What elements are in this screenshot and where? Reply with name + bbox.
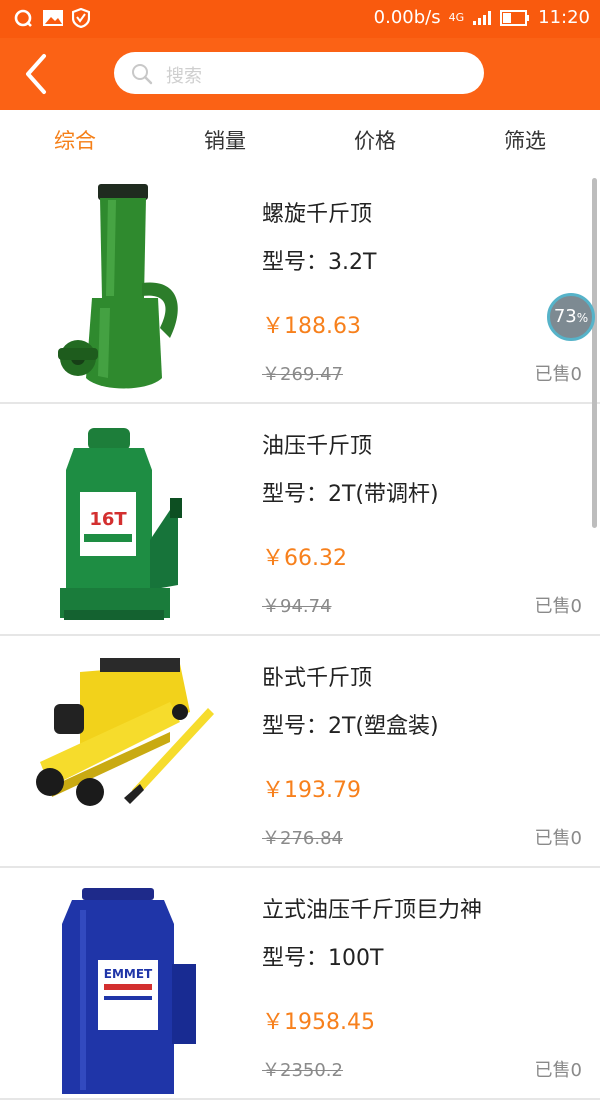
- vertical-hydraulic-jack-icon: EMMET: [62, 888, 196, 1094]
- hydraulic-bottle-jack-icon: 16T: [60, 428, 182, 620]
- status-right: 0.00b/s 4G 11:20: [374, 7, 590, 28]
- product-price: ￥66.32: [262, 546, 347, 571]
- tab-sales[interactable]: 销量: [150, 110, 300, 172]
- badge-unit: %: [576, 311, 589, 325]
- floating-progress-badge[interactable]: 73%: [547, 293, 595, 341]
- product-model: 型号：2T(带调杆): [262, 482, 439, 507]
- product-original-price: ￥276.84: [262, 828, 343, 849]
- tab-filter[interactable]: 筛选: [450, 110, 600, 172]
- gallery-notification-icon: [43, 10, 63, 26]
- list-item[interactable]: 16T 油压千斤顶 型号：2T(带调杆) ￥66.32 ￥94.74 已售0: [0, 404, 600, 636]
- shield-notification-icon: [72, 8, 90, 28]
- product-sold-count: 已售0: [534, 1060, 582, 1081]
- status-bar: 0.00b/s 4G 11:20: [0, 0, 600, 38]
- network-speed: 0.00b/s: [373, 7, 441, 28]
- product-model: 型号：2T(塑盒装): [262, 714, 439, 739]
- product-model: 型号：3.2T: [262, 250, 377, 275]
- tab-comprehensive[interactable]: 综合: [0, 110, 150, 172]
- battery-icon: [500, 9, 530, 26]
- app-header: 搜索: [0, 38, 600, 110]
- sort-tabs: 综合 销量 价格 筛选: [0, 110, 600, 173]
- back-arrow-icon: [26, 54, 46, 94]
- floor-jack-icon: [36, 658, 214, 806]
- status-left-icons: [14, 8, 90, 28]
- list-item[interactable]: 卧式千斤顶 型号：2T(塑盒装) ￥193.79 ￥276.84 已售0: [0, 636, 600, 868]
- product-sold-count: 已售0: [534, 828, 582, 849]
- list-item[interactable]: EMMET 立式油压千斤顶巨力神 型号：100T ￥1958.45 ￥2350.…: [0, 868, 600, 1100]
- search-input[interactable]: 搜索: [114, 52, 484, 94]
- jack-label-capacity: 16T: [89, 509, 127, 530]
- product-name: 油压千斤顶: [262, 434, 373, 459]
- product-name: 卧式千斤顶: [262, 666, 373, 691]
- product-price: ￥193.79: [262, 778, 361, 803]
- product-list: 螺旋千斤顶 型号：3.2T ￥188.63 ￥269.47 已售0 16T 油压…: [0, 172, 600, 1100]
- qq-notification-icon: [14, 9, 32, 27]
- search-placeholder: 搜索: [166, 66, 202, 87]
- jack-label-brand: EMMET: [104, 967, 153, 981]
- product-price: ￥1958.45: [262, 1010, 375, 1035]
- screw-jack-icon: [58, 184, 178, 389]
- product-original-price: ￥2350.2: [262, 1060, 343, 1081]
- network-type: 4G: [448, 11, 465, 24]
- product-price: ￥188.63: [262, 314, 361, 339]
- signal-icon: [473, 10, 492, 25]
- product-original-price: ￥94.74: [262, 596, 332, 617]
- product-sold-count: 已售0: [534, 364, 582, 385]
- badge-value: 73: [553, 306, 577, 327]
- list-item[interactable]: 螺旋千斤顶 型号：3.2T ￥188.63 ￥269.47 已售0: [0, 172, 600, 404]
- back-button[interactable]: [18, 52, 58, 96]
- list-scrollbar[interactable]: [592, 178, 597, 528]
- product-name: 立式油压千斤顶巨力神: [262, 898, 483, 923]
- product-original-price: ￥269.47: [262, 364, 343, 385]
- product-model: 型号：100T: [262, 946, 384, 971]
- tab-price[interactable]: 价格: [300, 110, 450, 172]
- clock: 11:20: [538, 7, 590, 28]
- search-icon: [132, 64, 153, 85]
- product-name: 螺旋千斤顶: [262, 202, 373, 227]
- product-sold-count: 已售0: [534, 596, 582, 617]
